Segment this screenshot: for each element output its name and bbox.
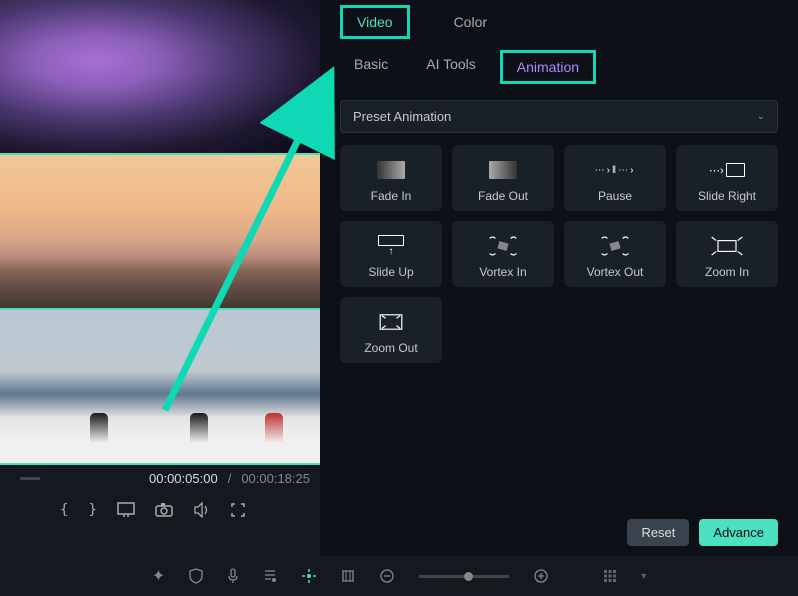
tab-color[interactable]: Color [440,8,501,36]
camera-icon[interactable] [155,503,173,517]
dropdown-caret-icon[interactable]: ▾ [641,571,646,582]
zoom-in-icon[interactable] [533,568,549,584]
preset-fade-out[interactable]: Fade Out [452,145,554,211]
mark-out-icon[interactable]: } [88,502,96,518]
preset-zoom-in[interactable]: Zoom In [676,221,778,287]
preset-animation-dropdown[interactable]: Preset Animation ⌄ [340,100,778,133]
crop-icon[interactable] [341,569,355,583]
subtab-aitools[interactable]: AI Tools [412,50,490,84]
preset-slide-right[interactable]: ⋯› Slide Right [676,145,778,211]
preset-vortex-out[interactable]: Vortex Out [564,221,666,287]
preview-area[interactable] [0,0,320,465]
advance-button[interactable]: Advance [699,519,778,546]
tab-video[interactable]: Video [340,5,410,39]
time-total: 00:00:18:25 [241,471,310,486]
effects-icon[interactable] [301,568,317,584]
preset-zoom-out[interactable]: Zoom Out [340,297,442,363]
preset-pause[interactable]: ⋯›‖⋯› Pause [564,145,666,211]
dropdown-label: Preset Animation [353,109,451,124]
time-current: 00:00:05:00 [149,471,218,486]
time-display: 00:00:05:00 / 00:00:18:25 [0,465,320,492]
preset-vortex-in[interactable]: Vortex In [452,221,554,287]
subtab-basic[interactable]: Basic [340,50,402,84]
display-icon[interactable] [117,502,135,518]
bottom-toolbar: ✦ ▾ [0,556,798,596]
mic-icon[interactable] [227,568,239,584]
shield-icon[interactable] [189,568,203,584]
sparkle-icon[interactable]: ✦ [152,566,165,586]
subtab-animation[interactable]: Animation [500,50,596,84]
fullscreen-icon[interactable] [231,503,245,517]
mark-in-icon[interactable]: { [60,502,68,518]
reset-button[interactable]: Reset [627,519,689,546]
clip-thumbnail[interactable] [0,155,320,310]
zoom-slider[interactable] [419,575,509,578]
grid-view-icon[interactable] [603,569,617,583]
preset-fade-in[interactable]: Fade In [340,145,442,211]
clip-thumbnail[interactable] [0,310,320,465]
zoom-out-icon[interactable] [379,568,395,584]
volume-icon[interactable] [193,502,211,518]
music-icon[interactable] [263,569,277,583]
chevron-down-icon: ⌄ [757,111,765,122]
clip-thumbnail[interactable] [0,0,320,155]
preset-slide-up[interactable]: ↑ Slide Up [340,221,442,287]
